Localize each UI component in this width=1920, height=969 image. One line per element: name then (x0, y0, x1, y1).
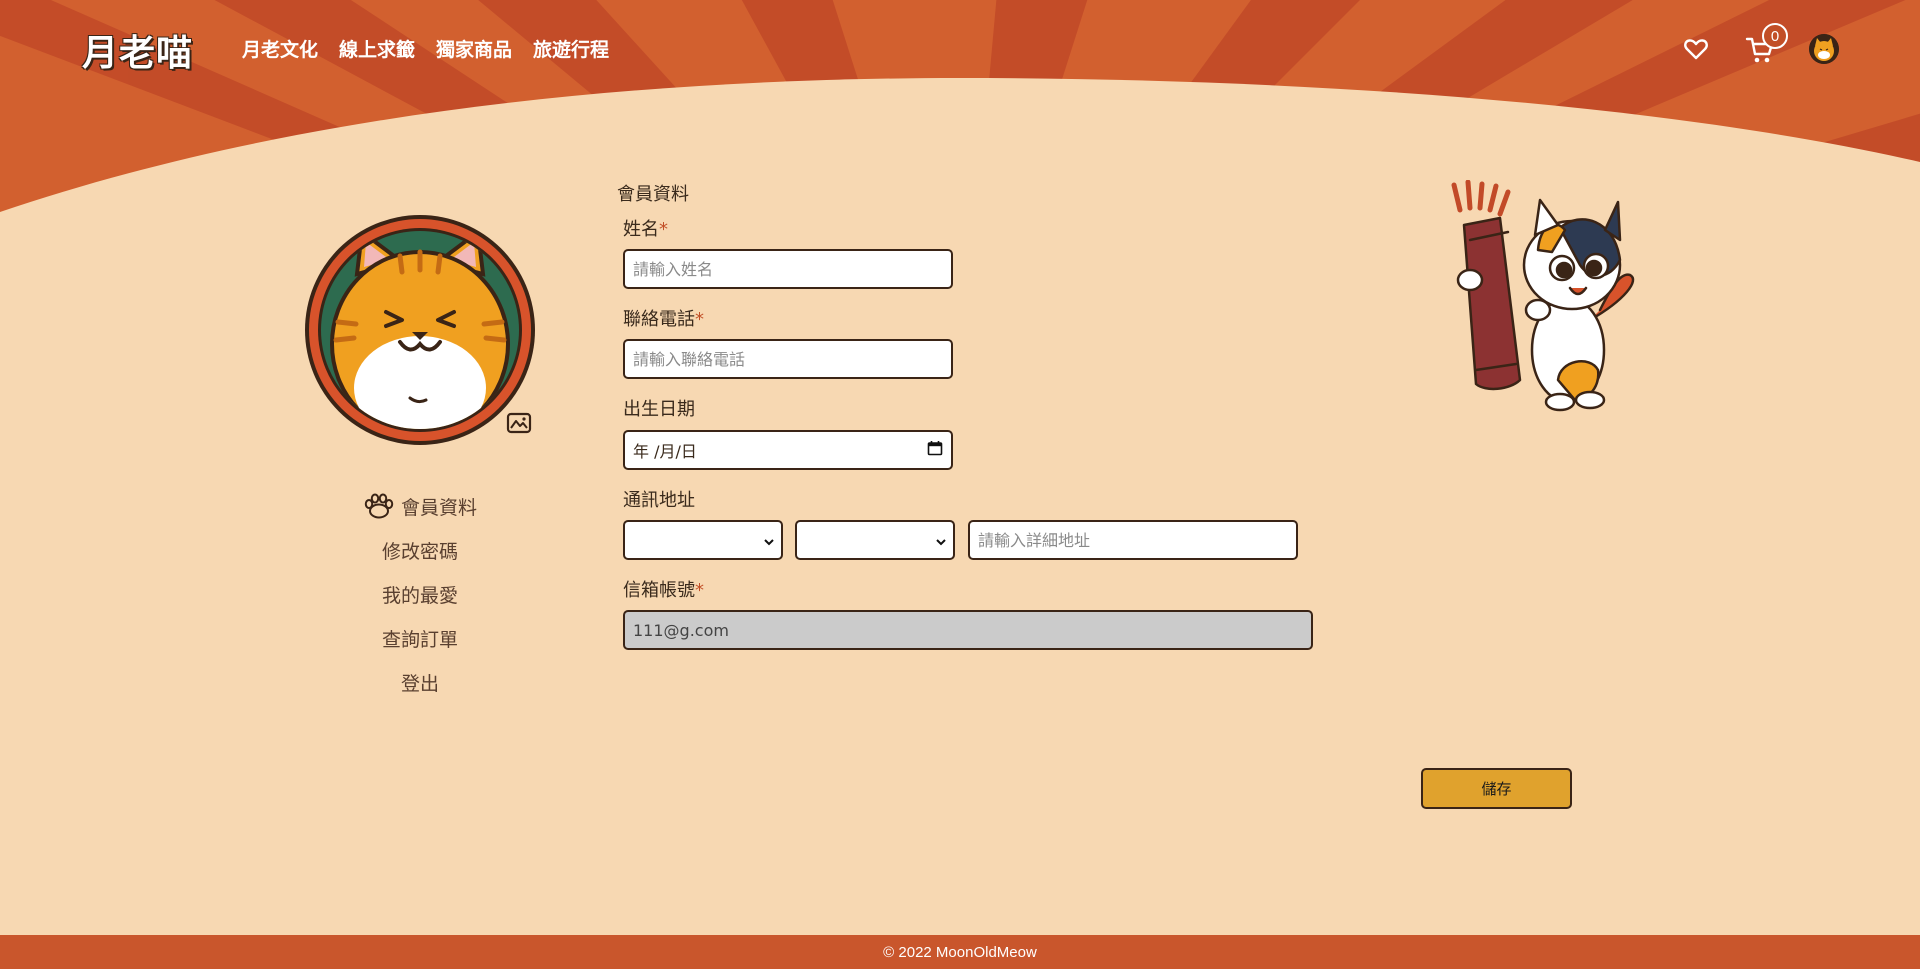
district-select[interactable] (795, 520, 955, 560)
phone-label: 聯絡電話* (623, 305, 704, 331)
birthday-date-text: 年 /月/日 (633, 442, 697, 461)
chevron-down-icon (763, 531, 775, 550)
profile-avatar[interactable] (302, 212, 538, 448)
sidebar-item-favorites[interactable]: 我的最愛 (320, 572, 520, 616)
sidebar-item-label: 會員資料 (400, 496, 477, 519)
chevron-down-icon (935, 531, 947, 550)
birthday-date-input[interactable]: 年 /月/日 (623, 430, 953, 470)
city-select[interactable] (623, 520, 783, 560)
form-title: 會員資料 (617, 184, 689, 205)
site-header: 月老喵 月老文化 線上求籤 獨家商品 旅遊行程 0 (0, 0, 1920, 100)
member-side-menu: 會員資料 修改密碼 我的最愛 查詢訂單 登出 (320, 484, 520, 704)
image-upload-icon[interactable] (503, 408, 535, 438)
required-mark: * (695, 309, 704, 330)
required-mark: * (659, 219, 668, 240)
address-label: 通訊地址 (623, 490, 695, 511)
name-input[interactable] (623, 249, 953, 289)
save-button[interactable]: 儲存 (1421, 768, 1572, 809)
header-actions: 0 (0, 23, 1920, 68)
sidebar-item-logout[interactable]: 登出 (320, 660, 520, 704)
required-mark: * (695, 580, 704, 601)
address-detail-input[interactable] (968, 520, 1298, 560)
phone-label-text: 聯絡電話 (623, 309, 695, 330)
phone-input[interactable] (623, 339, 953, 379)
paw-icon (363, 493, 395, 519)
email-label: 信箱帳號* (623, 576, 704, 602)
cat-holding-fortune-sticks-illustration (1440, 179, 1640, 420)
user-avatar-icon[interactable] (1809, 34, 1839, 64)
email-input (623, 610, 1313, 650)
email-label-text: 信箱帳號 (623, 580, 695, 601)
sidebar-item-profile[interactable]: 會員資料 (320, 484, 520, 528)
site-footer: © 2022 MoonOldMeow (0, 935, 1920, 969)
name-label-text: 姓名 (623, 219, 659, 240)
name-label: 姓名* (623, 215, 668, 241)
heart-icon[interactable] (1683, 37, 1709, 61)
calendar-icon[interactable] (927, 440, 943, 460)
sidebar-item-change-password[interactable]: 修改密碼 (320, 528, 520, 572)
cart-count-badge: 0 (1762, 23, 1788, 49)
sidebar-item-orders[interactable]: 查詢訂單 (320, 616, 520, 660)
birthday-label: 出生日期 (623, 399, 695, 420)
